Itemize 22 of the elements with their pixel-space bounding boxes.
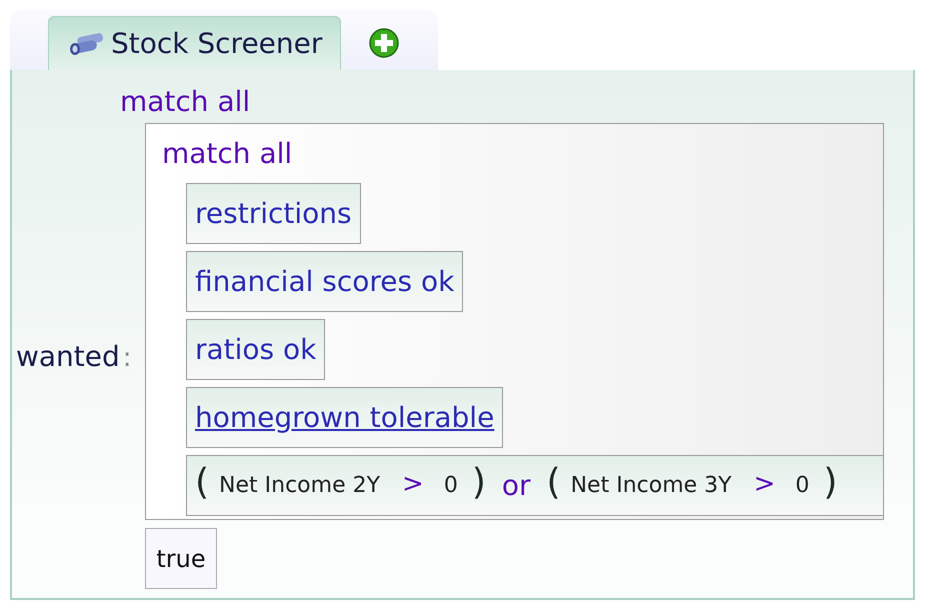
field-name: Net Income 3Y xyxy=(570,473,732,498)
separator: : xyxy=(122,342,132,372)
result-value: true xyxy=(145,528,217,589)
open-paren: ( xyxy=(546,462,561,503)
value: 0 xyxy=(795,473,810,498)
add-icon[interactable] xyxy=(369,28,400,58)
condition-block[interactable]: homegrown tolerable xyxy=(186,387,504,448)
close-paren: ) xyxy=(823,462,838,503)
value: 0 xyxy=(444,473,458,498)
comparison-operator: > xyxy=(754,468,776,498)
field-name: Net Income 2Y xyxy=(219,473,380,498)
operator-label: match all xyxy=(162,136,292,172)
close-paren: ) xyxy=(472,462,486,503)
or-operator: or xyxy=(502,469,531,502)
condition-block: ratios ok xyxy=(186,319,326,380)
comparison-operator: > xyxy=(402,468,424,498)
condition-block: financial scores ok xyxy=(186,251,464,312)
condition-block: restrictions xyxy=(186,183,361,244)
operator-label: match all xyxy=(119,84,252,120)
open-paren: ( xyxy=(195,462,210,503)
tab[interactable]: Stock Screener xyxy=(48,16,342,70)
rule-name: wanted xyxy=(16,340,120,372)
